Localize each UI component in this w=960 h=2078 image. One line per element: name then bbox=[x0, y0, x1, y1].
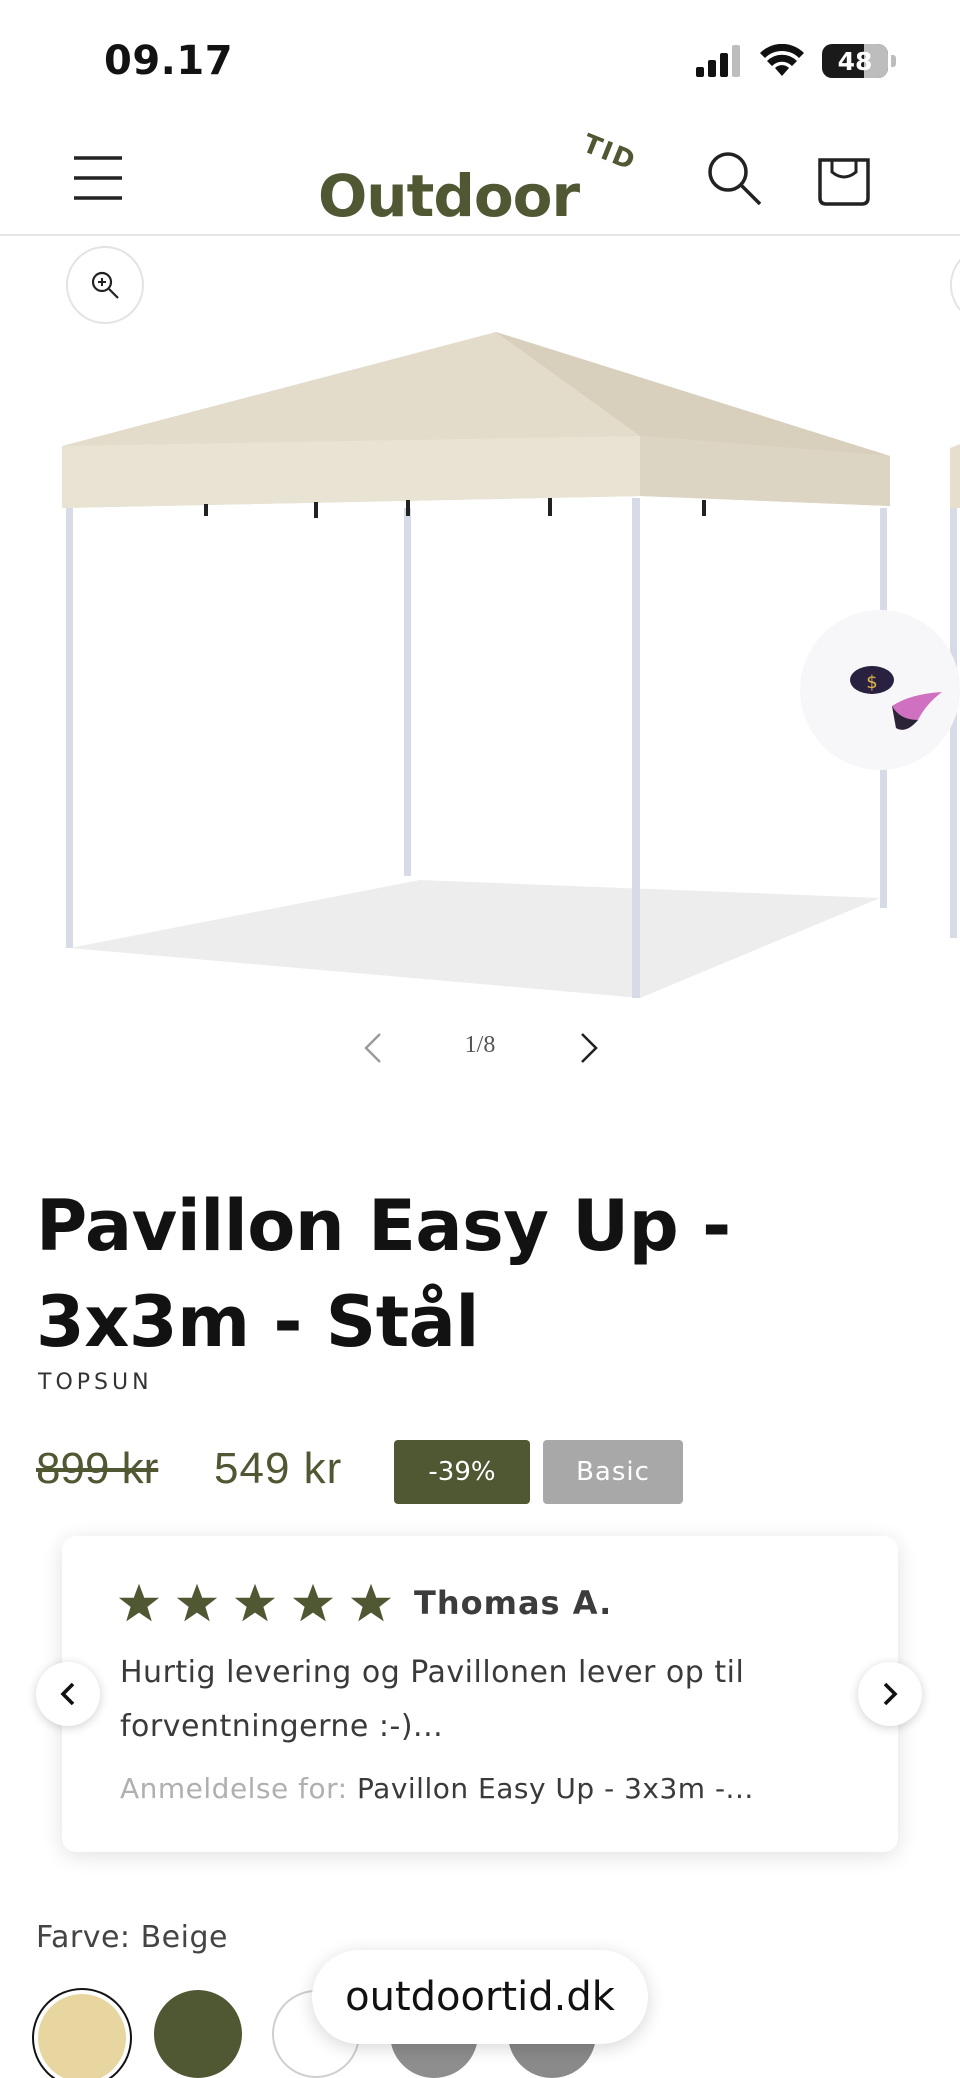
review-next-button[interactable] bbox=[858, 1662, 922, 1726]
logo[interactable]: Outdoor TID bbox=[312, 129, 652, 230]
product-vendor[interactable]: TOPSUN bbox=[38, 1370, 153, 1395]
chevron-right-icon bbox=[883, 1682, 898, 1706]
star-icon bbox=[118, 1583, 160, 1622]
swatch-green[interactable] bbox=[154, 1990, 242, 2078]
chevron-left-icon[interactable] bbox=[354, 1026, 394, 1070]
product-image: $ bbox=[62, 332, 960, 998]
browser-url-bar[interactable]: outdoortid.dk bbox=[312, 1950, 648, 2044]
product-title: Pavillon Easy Up - 3x3m - Stål bbox=[36, 1185, 731, 1363]
star-icon bbox=[350, 1583, 392, 1622]
chevron-right-icon[interactable] bbox=[568, 1026, 608, 1070]
logo-superscript: TID bbox=[578, 128, 641, 178]
battery-icon: 48 bbox=[822, 44, 888, 78]
color-label: Farve: Beige bbox=[36, 1920, 228, 1955]
price-new: 549 kr bbox=[214, 1444, 343, 1493]
review-for-product[interactable]: Pavillon Easy Up - 3x3m -... bbox=[357, 1772, 754, 1805]
status-time: 09.17 bbox=[104, 38, 234, 84]
price-old: 899 kr bbox=[36, 1444, 159, 1493]
wifi-icon bbox=[760, 44, 804, 76]
review-for-label: Anmeldelse for: bbox=[120, 1772, 348, 1805]
discount-badge: -39% bbox=[394, 1440, 530, 1504]
site-header: Outdoor TID bbox=[0, 120, 960, 236]
star-icon bbox=[176, 1583, 218, 1622]
review-prev-button[interactable] bbox=[36, 1662, 100, 1726]
review-for: Anmeldelse for: Pavillon Easy Up - 3x3m … bbox=[120, 1772, 754, 1805]
url-text: outdoortid.dk bbox=[345, 1974, 615, 2020]
signal-icon bbox=[696, 45, 740, 77]
battery-level: 48 bbox=[837, 46, 873, 76]
slide-counter: 1/8 bbox=[464, 1032, 496, 1058]
svg-text:$: $ bbox=[866, 672, 877, 693]
search-icon[interactable] bbox=[704, 148, 764, 208]
cart-icon[interactable] bbox=[814, 146, 874, 208]
logo-text: Outdoor bbox=[318, 162, 580, 230]
status-icons: 48 bbox=[696, 44, 896, 78]
reviewer-name: Thomas A. bbox=[414, 1584, 613, 1622]
star-icon bbox=[292, 1583, 334, 1622]
price-row: 899 kr 549 kr -39% Basic bbox=[36, 1438, 936, 1504]
review-text: Hurtig levering og Pavillonen lever op t… bbox=[120, 1655, 745, 1744]
review-card[interactable]: Thomas A. Hurtig levering og Pavillonen … bbox=[62, 1536, 898, 1852]
product-gallery[interactable]: $ 1/8 bbox=[0, 238, 960, 1098]
review-stars bbox=[118, 1582, 392, 1624]
zoom-in-icon bbox=[91, 271, 119, 299]
gallery-nav: 1/8 bbox=[0, 1018, 960, 1082]
tier-badge: Basic bbox=[543, 1440, 683, 1504]
menu-icon[interactable] bbox=[70, 150, 126, 206]
swatch-beige[interactable] bbox=[38, 1994, 126, 2078]
status-bar: 09.17 48 bbox=[0, 0, 960, 120]
chevron-left-icon bbox=[60, 1682, 75, 1706]
star-icon bbox=[234, 1583, 276, 1622]
